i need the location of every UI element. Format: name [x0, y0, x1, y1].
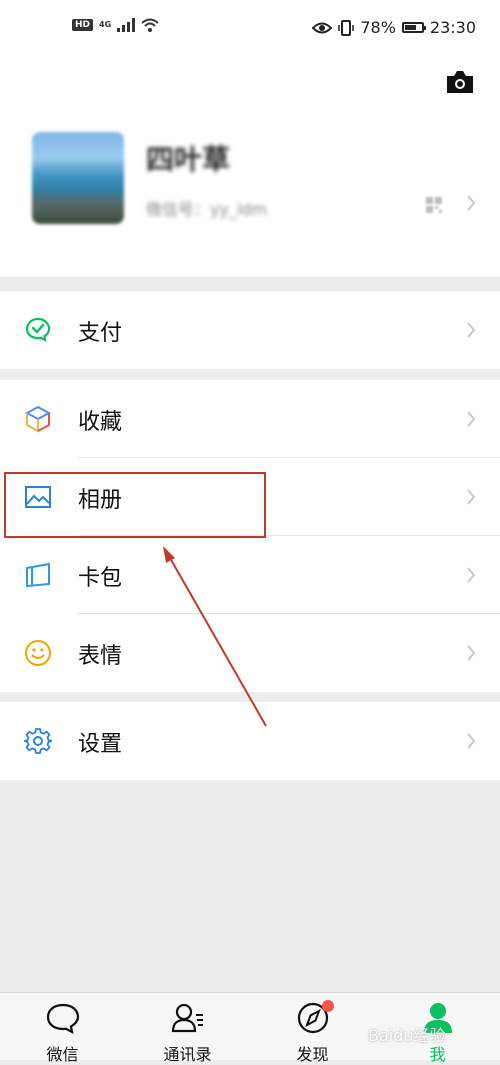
wifi-icon — [141, 18, 159, 32]
gear-icon — [24, 728, 52, 754]
clock: 23:30 — [429, 18, 476, 37]
smiley-icon — [25, 640, 51, 666]
camera-icon — [447, 71, 473, 93]
battery-percent: 78% — [360, 18, 396, 37]
chevron-right-icon — [467, 567, 476, 583]
avatar[interactable] — [32, 132, 124, 224]
chat-bubble-icon — [46, 1003, 80, 1035]
profile-wechat-id: 微信号：yy_ldm — [146, 200, 268, 219]
discover-notification-dot — [322, 1000, 334, 1012]
tab-label-chats: 微信 — [46, 1045, 79, 1064]
vibrate-icon — [338, 19, 355, 36]
tab-contacts[interactable]: 通讯录 — [125, 993, 250, 1064]
chevron-right-icon — [467, 733, 476, 749]
picture-icon — [25, 486, 51, 508]
chevron-right-icon — [467, 195, 476, 211]
menu-label-settings: 设置 — [78, 732, 123, 757]
status-right: 78% 23:30 — [312, 18, 476, 37]
menu-item-pay[interactable]: 支付 — [0, 291, 500, 369]
cube-icon — [24, 405, 52, 433]
chevron-right-icon — [467, 489, 476, 505]
profile-card[interactable]: 四叶草 微信号：yy_ldm — [0, 120, 500, 240]
wechat-pay-icon — [25, 317, 51, 343]
services-section: 收藏 相册 卡包 表情 — [0, 380, 500, 692]
battery-icon — [401, 22, 426, 33]
camera-button[interactable] — [444, 68, 476, 96]
pay-section: 支付 — [0, 291, 500, 369]
menu-label-stickers: 表情 — [78, 644, 123, 669]
menu-label-album: 相册 — [78, 488, 123, 513]
menu-label-favorites: 收藏 — [78, 410, 123, 435]
menu-item-settings[interactable]: 设置 — [0, 702, 500, 780]
tab-label-me: 我 — [429, 1045, 446, 1064]
tab-label-discover: 发现 — [296, 1045, 329, 1064]
bottom-tab-bar: 微信 通讯录 发现 我 — [0, 992, 500, 1064]
signal-icon — [117, 18, 136, 32]
hd-badge: HD — [72, 19, 94, 31]
menu-item-favorites[interactable]: 收藏 — [0, 380, 500, 458]
chevron-right-icon — [467, 645, 476, 661]
chevron-right-icon — [467, 411, 476, 427]
qr-code-icon[interactable] — [426, 197, 442, 213]
tab-discover[interactable]: 发现 — [250, 993, 375, 1064]
card-wallet-icon — [26, 562, 50, 588]
tab-me[interactable]: 我 — [375, 993, 500, 1064]
menu-label-cards: 卡包 — [78, 566, 123, 591]
contacts-icon — [171, 1003, 203, 1033]
tab-chats[interactable]: 微信 — [0, 993, 125, 1064]
eye-comfort-icon — [312, 22, 333, 33]
menu-item-stickers[interactable]: 表情 — [0, 614, 500, 692]
chevron-right-icon — [467, 322, 476, 338]
status-bar: HD 4G 78% 23:30 — [0, 0, 500, 58]
menu-label-pay: 支付 — [78, 321, 123, 346]
profile-nickname: 四叶草 — [146, 143, 231, 176]
status-left: HD 4G — [72, 18, 159, 32]
person-icon — [424, 1003, 452, 1033]
settings-section: 设置 — [0, 702, 500, 780]
network-type: 4G — [99, 20, 112, 29]
menu-item-album[interactable]: 相册 — [0, 458, 500, 536]
tab-label-contacts: 通讯录 — [163, 1045, 212, 1064]
menu-item-cards[interactable]: 卡包 — [0, 536, 500, 614]
